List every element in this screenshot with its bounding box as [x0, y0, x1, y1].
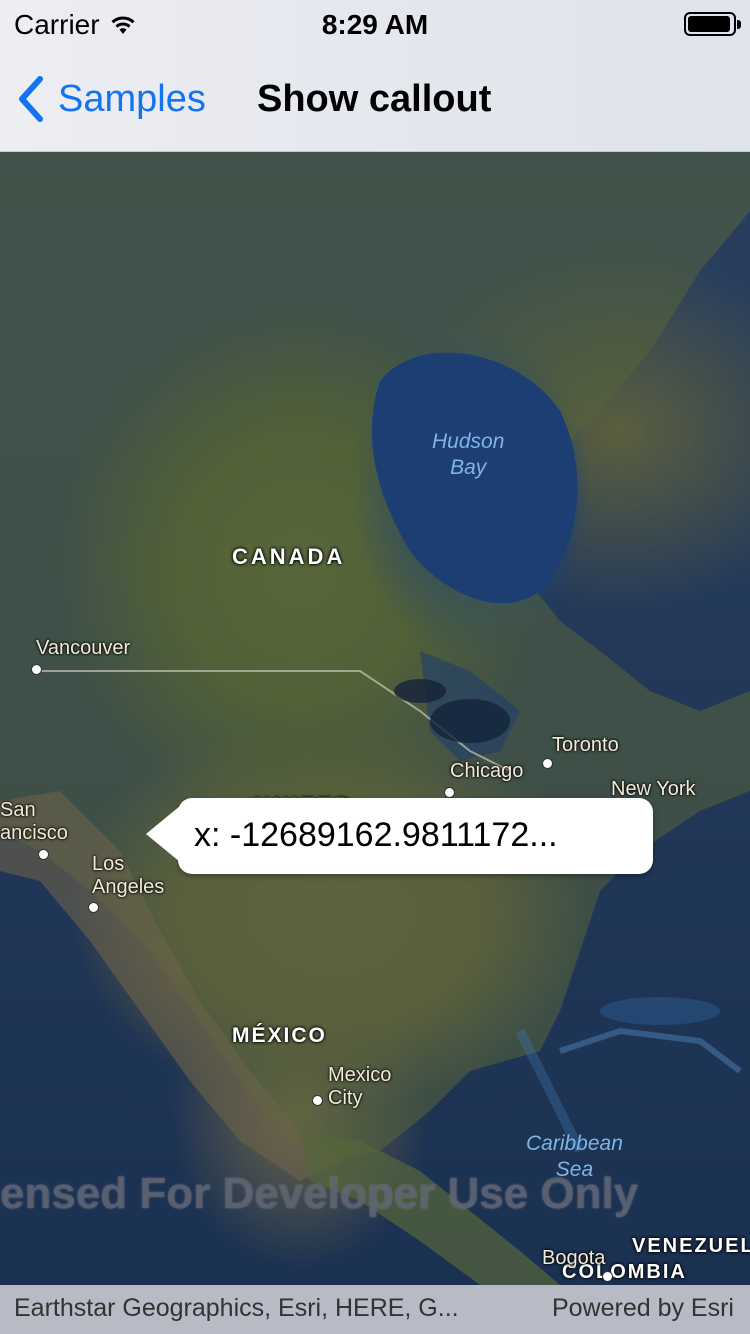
- vancouver-marker: [31, 664, 42, 675]
- bogota-marker: [602, 1271, 613, 1282]
- back-button[interactable]: Samples: [16, 76, 206, 122]
- vancouver-label: Vancouver: [36, 637, 131, 659]
- back-button-label: Samples: [58, 77, 206, 120]
- attribution-text[interactable]: Earthstar Geographics, Esri, HERE, G...: [14, 1294, 459, 1323]
- battery-icon: [684, 12, 741, 36]
- chevron-left-icon: [19, 76, 43, 122]
- clock: 8:29 AM: [321, 9, 429, 40]
- callout-coordinates: x: -12689162.9811172...: [194, 816, 558, 854]
- powered-by-esri: Powered by Esri: [551, 1294, 734, 1322]
- san-francisco-marker: [38, 849, 49, 860]
- map-callout[interactable]: x: -12689162.9811172...: [146, 798, 653, 874]
- callout-pointer: [146, 806, 180, 862]
- bogota-label: Bogota: [542, 1247, 606, 1269]
- map-imagery: [0, 151, 750, 1285]
- mexico-label: MÉXICO: [232, 1024, 327, 1047]
- page-title: Show callout: [257, 78, 492, 120]
- developer-watermark: ensed For Developer Use Only: [0, 1169, 639, 1218]
- mexico-city-label: Mexico City: [328, 1064, 392, 1109]
- hudson-bay-label: Hudson Bay: [432, 430, 505, 479]
- san-francisco-label: San ancisco: [0, 799, 68, 844]
- los-angeles-marker: [88, 902, 99, 913]
- toronto-marker: [542, 758, 553, 769]
- attribution-bar: Earthstar Geographics, Esri, HERE, G... …: [0, 1285, 750, 1334]
- status-bar: Carrier 8:29 AM: [0, 0, 750, 50]
- canada-label: CANADA: [232, 544, 346, 569]
- mexico-city-marker: [312, 1095, 323, 1106]
- chicago-marker: [444, 787, 455, 798]
- chicago-label: Chicago: [450, 760, 524, 782]
- map-view[interactable]: Hudson Bay CANADA UNITED MÉXICO VENEZUEL…: [0, 151, 750, 1285]
- toronto-label: Toronto: [552, 734, 619, 756]
- venezuela-label: VENEZUEL: [632, 1235, 750, 1257]
